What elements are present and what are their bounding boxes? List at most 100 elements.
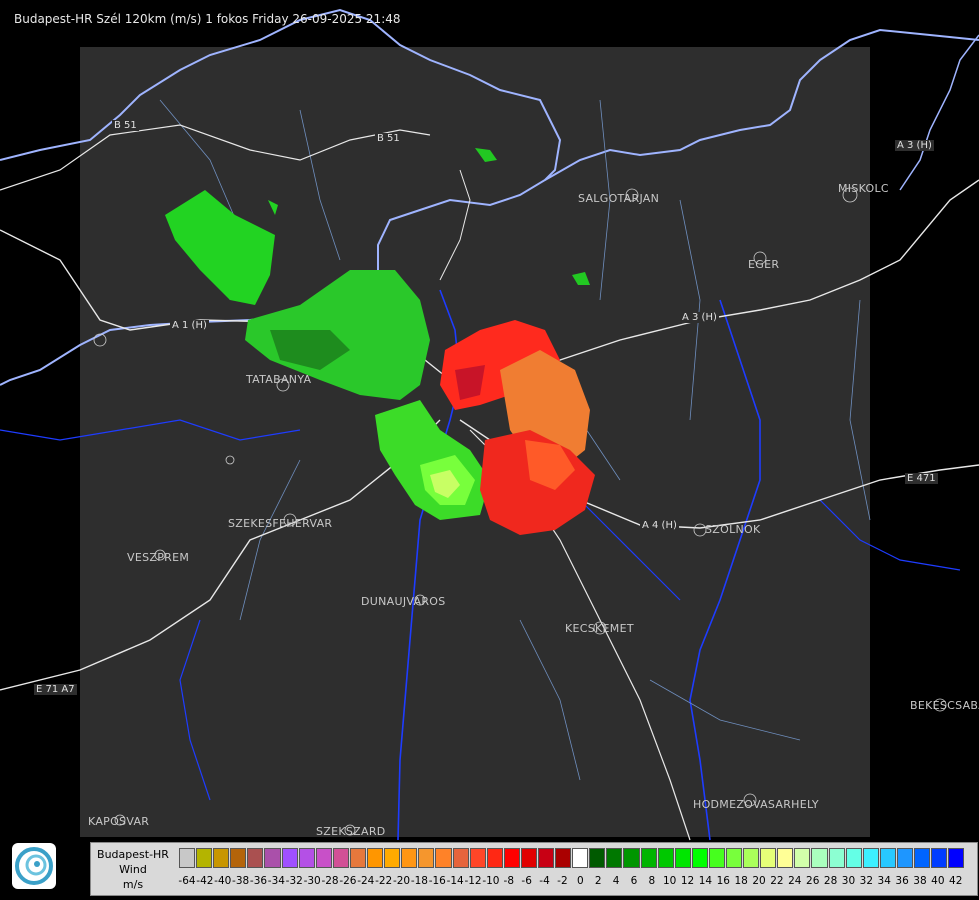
city-label: MISKOLC [838,182,889,195]
road-label: B 51 [112,120,139,131]
legend-swatch [367,848,384,868]
radar-map [0,8,979,841]
road-label: A 3 (H) [680,312,719,323]
legend-name: Budapest-HR [97,848,169,861]
legend-tick-label: 6 [630,875,638,887]
legend-tick-label: -28 [321,875,339,887]
legend-swatch [264,848,281,868]
legend-swatch [315,848,332,868]
legend-tick-label: -2 [557,875,568,887]
legend-tick-label: 36 [895,875,909,887]
legend-tick-label: -34 [267,875,285,887]
legend-tick-label: -20 [392,875,411,887]
legend-tick-label: -38 [232,875,250,887]
legend-tick-label: 26 [806,875,820,887]
legend-tick-label: -26 [339,875,357,887]
legend-swatch [931,848,948,868]
legend-swatch [777,848,794,868]
legend-swatch [469,848,486,868]
city-label: SALGOTARJAN [578,192,660,205]
legend-tick-label: -8 [503,875,515,887]
legend-swatch [794,848,811,868]
legend-swatch [555,848,572,868]
legend-swatch [452,848,469,868]
legend-swatch [486,848,503,868]
city-label: KAPOSVAR [88,815,150,828]
road-label: A 1 (H) [170,320,209,331]
legend-tick-label: -6 [521,875,532,887]
legend-swatch [811,848,828,868]
road-label: E 71 A7 [34,684,77,695]
map-title: Budapest-HR Szél 120km (m/s) 1 fokos Fri… [14,12,401,26]
city-label: TATABANYA [246,373,312,386]
met-service-logo [12,843,56,889]
legend-tick-label: 40 [931,875,945,887]
legend-unit: m/s [122,878,144,891]
legend-tick-label: -4 [539,875,550,887]
legend-swatch [948,848,965,868]
legend-swatch [743,848,760,868]
city-label: HODMEZOVASARHELY [693,798,819,811]
legend-tick-label: 4 [612,875,620,887]
road-label: E 471 [905,473,938,484]
legend-tick-label: 38 [913,875,927,887]
legend-tick-label: 18 [734,875,748,887]
legend-tick-label: -18 [410,875,428,887]
legend-tick-label: -14 [446,875,464,887]
city-label: KECSKEMET [565,622,634,635]
city-label: VESZPREM [127,551,190,564]
legend-swatch [520,848,537,868]
legend-swatch [213,848,230,868]
legend-swatch [726,848,743,868]
legend-swatch [196,848,213,868]
legend-swatches [179,848,965,868]
legend-tick-label: -36 [249,875,268,887]
legend-swatch [914,848,931,868]
legend-tick-label: 12 [680,875,695,887]
legend-swatch [606,848,623,868]
road-label: A 3 (H) [895,140,934,151]
city-label: SZEKSZARD [316,825,386,838]
radar-coverage-area [80,47,870,837]
legend-swatch [537,848,555,868]
color-legend: Budapest-HR Wind m/s -64 -42 -40 -38 -36 -34-… [90,842,978,896]
legend-tick-label: 22 [770,875,784,887]
legend-tick-label: -30 [303,875,321,887]
legend-swatch [708,848,725,868]
legend-tick-label: -64 [178,875,196,887]
legend-swatch [572,848,589,868]
legend-swatch [384,848,401,868]
legend-tick-label: 16 [716,875,730,887]
city-label: BEKESCSABA [910,699,979,712]
legend-tick-label: 0 [576,875,584,887]
legend-swatch [862,848,879,868]
legend-swatch [657,848,674,868]
legend-tick-label: 32 [859,875,874,887]
legend-tick-label: 8 [648,875,656,887]
legend-tick-label: -24 [357,875,375,887]
legend-tick-label: 28 [823,875,838,887]
legend-tick-label: 14 [698,875,713,887]
legend-tick-label: 34 [877,875,891,887]
road-label: A 4 (H) [640,520,679,531]
legend-tick-label: -32 [285,875,303,887]
legend-swatch [281,848,298,868]
legend-swatch [332,848,349,868]
legend-swatch [623,848,640,868]
legend-swatch [879,848,896,868]
legend-quantity: Wind [119,863,147,876]
legend-tick-label: 42 [949,875,963,887]
city-label: SZEKESFEHERVAR [228,517,333,530]
legend-swatch [691,848,708,868]
city-label: DUNAUJVAROS [361,595,446,608]
legend-tick-label: 30 [841,875,856,887]
legend-swatch [589,848,606,868]
legend-swatch [674,848,691,868]
legend-tick-label: -40 [214,875,232,887]
legend-swatch [298,848,315,868]
legend-swatch [640,848,657,868]
legend-swatch [435,848,452,868]
legend-swatch [401,848,418,868]
swirl-icon [15,847,53,885]
road-label: B 51 [375,133,402,144]
